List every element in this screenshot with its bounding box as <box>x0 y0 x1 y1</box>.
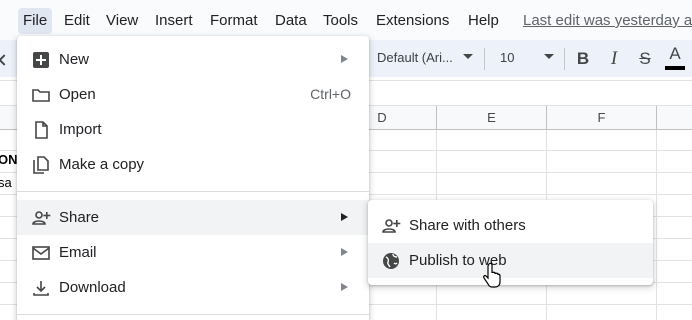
menu-item-share[interactable]: Share <box>17 200 369 235</box>
italic-button[interactable]: I <box>602 46 626 72</box>
font-family-select[interactable]: Default (Ari... <box>377 50 453 65</box>
menu-item-email[interactable]: Email <box>17 235 369 270</box>
menu-item-label: Import <box>59 121 102 138</box>
column-header-f[interactable]: F <box>547 106 657 130</box>
menu-edit[interactable]: Edit <box>59 8 95 34</box>
text-color-label: A <box>669 44 681 63</box>
toolbar-divider <box>564 48 565 70</box>
menu-item-label: Share <box>59 209 100 226</box>
share-submenu: Share with others Publish to web <box>368 200 653 285</box>
cell-text[interactable]: sa <box>0 175 12 190</box>
menu-bar: File Edit View Insert Format Data Tools … <box>0 0 692 40</box>
font-size-select[interactable]: 10 <box>500 50 514 65</box>
menu-item-label: Email <box>59 244 97 261</box>
column-header-e[interactable]: E <box>437 106 547 130</box>
menu-data[interactable]: Data <box>270 8 312 34</box>
chevron-left-icon <box>0 54 10 66</box>
submenu-arrow-icon <box>341 55 348 63</box>
menu-divider <box>17 314 369 315</box>
font-size-caret-icon[interactable] <box>544 54 554 59</box>
file-icon <box>35 121 48 139</box>
menu-item-label: Open <box>59 86 96 103</box>
menu-item-open[interactable]: Open Ctrl+O <box>17 77 369 112</box>
grid-line <box>656 130 657 320</box>
folder-icon <box>32 89 50 102</box>
globe-icon <box>383 253 399 269</box>
menu-item-label: New <box>59 51 90 68</box>
text-color-swatch <box>665 66 685 70</box>
text-color-button[interactable]: A <box>663 44 687 72</box>
submenu-arrow-icon <box>341 213 348 221</box>
open-shortcut: Ctrl+O <box>310 86 351 102</box>
menu-view[interactable]: View <box>101 8 143 34</box>
menu-item-new[interactable]: New <box>17 42 369 77</box>
menu-tools[interactable]: Tools <box>318 8 363 34</box>
last-edit-link[interactable]: Last edit was yesterday a <box>523 8 692 34</box>
bold-button[interactable]: B <box>571 46 595 72</box>
menu-extensions[interactable]: Extensions <box>371 8 454 34</box>
menu-item-publish-to-web[interactable]: Publish to web <box>368 243 653 278</box>
hand-pointer-cursor-icon <box>483 262 501 288</box>
submenu-arrow-icon <box>341 248 348 256</box>
toolbar-divider <box>484 48 485 70</box>
font-family-caret-icon[interactable] <box>463 54 473 59</box>
strikethrough-button[interactable]: S <box>633 46 657 72</box>
menu-item-make-copy[interactable]: Make a copy <box>17 147 369 182</box>
person-add-icon <box>32 211 51 225</box>
file-menu-dropdown: New Open Ctrl+O Import Make a copy Share <box>17 36 369 320</box>
menu-file[interactable]: File <box>18 8 53 34</box>
copy-icon <box>33 156 49 174</box>
mail-icon <box>32 246 50 260</box>
cell-text[interactable]: ON <box>0 152 18 167</box>
menu-item-label: Download <box>59 279 126 296</box>
menu-help[interactable]: Help <box>463 8 504 34</box>
menu-insert[interactable]: Insert <box>150 8 198 34</box>
menu-item-label: Share with others <box>409 217 526 234</box>
menu-item-label: Make a copy <box>59 156 145 173</box>
menu-item-download[interactable]: Download <box>17 270 369 305</box>
download-icon <box>33 281 49 296</box>
menu-item-import[interactable]: Import <box>17 112 369 147</box>
menu-divider <box>17 191 369 192</box>
submenu-arrow-icon <box>341 283 348 291</box>
menu-item-share-with-others[interactable]: Share with others <box>368 208 653 243</box>
menu-format[interactable]: Format <box>205 8 263 34</box>
person-add-icon <box>382 219 401 233</box>
plus-box-icon <box>33 52 49 68</box>
